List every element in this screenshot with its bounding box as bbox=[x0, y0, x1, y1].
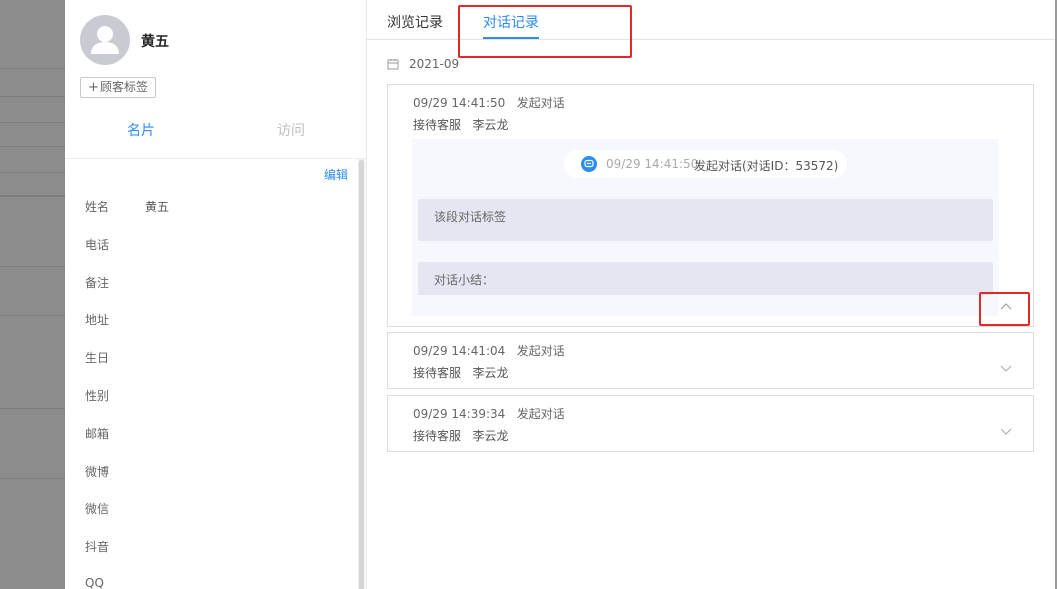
conversation-item[interactable]: 09/29 14:41:50 发起对话 接待客服 李云龙 09/29 14:41… bbox=[387, 84, 1034, 327]
background-divider bbox=[0, 146, 65, 147]
plus-icon: + bbox=[88, 80, 99, 95]
conversation-start-pill: 09/29 14:41:50 发起对话(对话ID：53572) bbox=[564, 150, 847, 178]
start-text: 发起对话(对话ID：53572) bbox=[694, 159, 839, 173]
field-label-phone: 电话 bbox=[85, 238, 110, 252]
background-divider bbox=[0, 122, 65, 123]
conversation-summary-label: 对话小结： bbox=[434, 273, 495, 287]
background-divider bbox=[0, 96, 65, 97]
field-value-name: 黄五 bbox=[145, 200, 170, 214]
background-divider bbox=[0, 315, 65, 316]
user-silhouette-icon bbox=[91, 26, 119, 54]
background-divider bbox=[0, 266, 65, 267]
field-label-weibo: 微博 bbox=[85, 465, 110, 479]
field-label-address: 地址 bbox=[85, 313, 110, 327]
records-panel: 浏览记录 对话记录 2021-09 09/29 14:41:50 发起对话 接待… bbox=[367, 0, 1055, 589]
month-label: 2021-09 bbox=[409, 57, 460, 71]
field-label-birthday: 生日 bbox=[85, 351, 110, 365]
tab-browse-history[interactable]: 浏览记录 bbox=[387, 12, 443, 32]
calendar-icon bbox=[387, 59, 399, 70]
background-divider bbox=[0, 478, 65, 479]
highlight-box bbox=[458, 5, 632, 58]
chevron-down-icon[interactable] bbox=[1000, 428, 1012, 436]
edit-button[interactable]: 编辑 bbox=[324, 166, 348, 183]
customer-name: 黄五 bbox=[141, 34, 169, 50]
conversation-time: 09/29 14:41:04 发起对话 bbox=[413, 344, 565, 358]
scrollbar[interactable] bbox=[358, 158, 365, 589]
field-label-qq: QQ bbox=[85, 576, 104, 589]
field-label-douyin: 抖音 bbox=[85, 540, 110, 554]
conversation-tags-box: 该段对话标签 bbox=[418, 199, 993, 241]
conversation-agent: 接待客服 李云龙 bbox=[413, 366, 509, 380]
background-page-left bbox=[0, 0, 65, 589]
tab-visits[interactable]: 访问 bbox=[277, 120, 305, 140]
customer-tag-button[interactable]: +顾客标签 bbox=[80, 77, 156, 98]
conversation-item[interactable]: 09/29 14:39:34 发起对话 接待客服 李云龙 bbox=[387, 395, 1034, 452]
conversation-item[interactable]: 09/29 14:41:04 发起对话 接待客服 李云龙 bbox=[387, 332, 1034, 389]
tab-card[interactable]: 名片 bbox=[127, 120, 155, 140]
field-label-gender: 性别 bbox=[85, 389, 110, 403]
field-label-email: 邮箱 bbox=[85, 427, 110, 441]
background-divider bbox=[0, 172, 65, 173]
background-divider bbox=[0, 68, 65, 69]
conversation-agent: 接待客服 李云龙 bbox=[413, 118, 509, 132]
conversation-tags-label: 该段对话标签 bbox=[434, 210, 507, 224]
divider bbox=[65, 158, 367, 159]
start-time: 09/29 14:41:50 bbox=[606, 157, 699, 171]
field-label-wechat: 微信 bbox=[85, 502, 110, 516]
customer-tag-label: 顾客标签 bbox=[99, 80, 148, 94]
background-divider bbox=[0, 408, 65, 409]
conversation-detail: 09/29 14:41:50 发起对话(对话ID：53572) 该段对话标签 对… bbox=[412, 139, 999, 316]
conversation-time: 09/29 14:39:34 发起对话 bbox=[413, 407, 565, 421]
chevron-down-icon[interactable] bbox=[1000, 365, 1012, 373]
scrollbar-thumb[interactable] bbox=[359, 160, 364, 589]
field-label-remark: 备注 bbox=[85, 276, 110, 290]
customer-panel: 黄五 +顾客标签 名片 访问 编辑 姓名 黄五 电话 备注 地址 生日 性别 邮… bbox=[65, 0, 367, 589]
field-label-name: 姓名 bbox=[85, 200, 110, 214]
avatar bbox=[80, 15, 130, 65]
highlight-box bbox=[979, 292, 1030, 326]
conversation-time: 09/29 14:41:50 发起对话 bbox=[413, 96, 565, 110]
chat-bubble-icon bbox=[581, 156, 597, 172]
background-divider bbox=[0, 195, 65, 197]
conversation-agent: 接待客服 李云龙 bbox=[413, 429, 509, 443]
conversation-summary-box: 对话小结： bbox=[418, 262, 993, 295]
